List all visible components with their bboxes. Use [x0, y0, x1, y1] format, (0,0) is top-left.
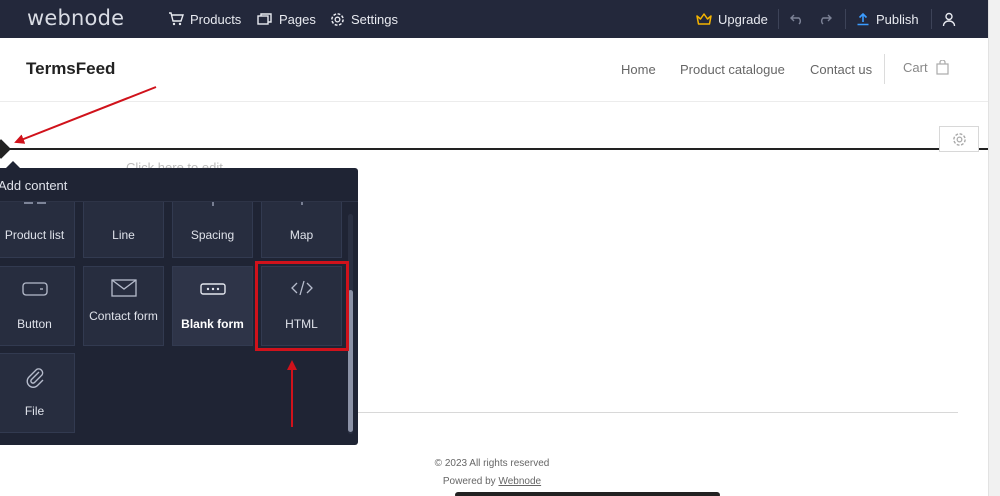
- arrow-to-insert-point: [14, 86, 157, 144]
- annotation-arrows: [14, 86, 297, 427]
